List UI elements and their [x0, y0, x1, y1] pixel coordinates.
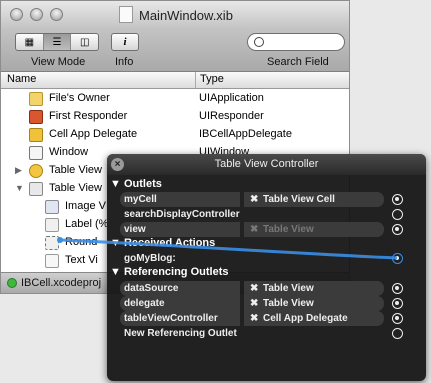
zoom-window-button[interactable] — [50, 8, 63, 21]
disconnect-icon: ✖ — [250, 313, 259, 324]
outlet-view-connector[interactable] — [392, 224, 403, 235]
ref-delegate-connector[interactable] — [392, 298, 403, 309]
info-label: Info — [115, 56, 134, 68]
outlet-mycell: myCell — [120, 192, 240, 207]
view-mode-label: View Mode — [31, 56, 86, 68]
minimize-window-button[interactable] — [30, 8, 43, 21]
xib-file-icon — [119, 6, 133, 23]
window-title: MainWindow.xib — [139, 8, 233, 23]
disclosure-triangle-down-icon[interactable]: ▼ — [15, 183, 24, 193]
list-header: Name Type — [1, 72, 349, 89]
cube-icon — [29, 92, 43, 106]
ref-datasource: dataSource — [120, 281, 240, 296]
outlet-view-target[interactable]: ✖ Table View — [244, 222, 384, 237]
column-view-button[interactable]: ◫ — [71, 34, 98, 50]
disconnect-icon: ✖ — [250, 298, 259, 309]
outlet-view: view — [120, 222, 240, 237]
cube-icon — [29, 110, 43, 124]
hud-title: Table View Controller — [107, 154, 426, 175]
title-bar: MainWindow.xib — [1, 1, 349, 29]
image-view-icon — [45, 200, 59, 214]
project-status-icon — [7, 278, 17, 288]
outlets-section-header[interactable]: ▼ Outlets — [110, 178, 162, 190]
list-view-button[interactable]: ☰ — [43, 34, 72, 50]
outlet-searchdisplaycontroller: searchDisplayController — [124, 209, 240, 220]
list-item[interactable]: Cell App Delegate IBCellAppDelegate — [1, 126, 349, 144]
table-view-controller-icon — [29, 164, 43, 178]
view-mode-control[interactable]: ▦ ☰ ◫ — [15, 33, 99, 51]
search-input[interactable] — [247, 33, 345, 51]
project-name: IBCell.xcodeproj — [21, 277, 102, 289]
list-item[interactable]: File's Owner UIApplication — [1, 90, 349, 108]
ref-delegate-target[interactable]: ✖ Table View — [244, 296, 384, 311]
text-view-icon — [45, 254, 59, 268]
outlet-mycell-connector[interactable] — [392, 194, 403, 205]
list-item[interactable]: First Responder UIResponder — [1, 108, 349, 126]
outlet-mycell-target[interactable]: ✖ Table View Cell — [244, 192, 384, 207]
ref-tableviewcontroller: tableViewController — [120, 311, 240, 326]
magnifier-icon — [254, 37, 264, 47]
name-column-header[interactable]: Name — [7, 73, 36, 85]
ref-datasource-connector[interactable] — [392, 283, 403, 294]
received-actions-section-header[interactable]: ▼ Received Actions — [110, 237, 215, 249]
icon-view-button[interactable]: ▦ — [16, 34, 44, 50]
type-column-header[interactable]: Type — [200, 73, 224, 85]
ref-new-referencing-outlet: New Referencing Outlet — [124, 328, 237, 339]
hud-close-icon[interactable]: × — [111, 158, 124, 171]
outlet-searchdisplaycontroller-connector[interactable] — [392, 209, 403, 220]
info-button[interactable]: i — [111, 33, 139, 51]
window-icon — [29, 146, 43, 160]
close-window-button[interactable] — [10, 8, 23, 21]
disconnect-icon: ✖ — [250, 224, 259, 235]
cube-icon — [29, 128, 43, 142]
search-field-label: Search Field — [267, 56, 329, 68]
ref-tableviewcontroller-target[interactable]: ✖ Cell App Delegate — [244, 311, 384, 326]
label-icon — [45, 218, 59, 232]
action-gomyblog-connector[interactable] — [392, 253, 403, 264]
ref-delegate: delegate — [120, 296, 240, 311]
action-gomyblog: goMyBlog: — [124, 253, 176, 264]
connections-hud-panel: Table View Controller × ▼ Outlets myCell… — [107, 154, 426, 381]
ref-tableviewcontroller-connector[interactable] — [392, 313, 403, 324]
referencing-outlets-section-header[interactable]: ▼ Referencing Outlets — [110, 266, 228, 278]
ref-new-referencing-outlet-connector[interactable] — [392, 328, 403, 339]
disconnect-icon: ✖ — [250, 283, 259, 294]
ref-datasource-target[interactable]: ✖ Table View — [244, 281, 384, 296]
toolbar: ▦ ☰ ◫ View Mode i Info Search Field — [1, 29, 349, 72]
disclosure-triangle-right-icon[interactable]: ▶ — [15, 165, 22, 176]
disconnect-icon: ✖ — [250, 194, 259, 205]
table-view-icon — [29, 182, 43, 196]
round-rect-button-icon — [45, 236, 59, 250]
